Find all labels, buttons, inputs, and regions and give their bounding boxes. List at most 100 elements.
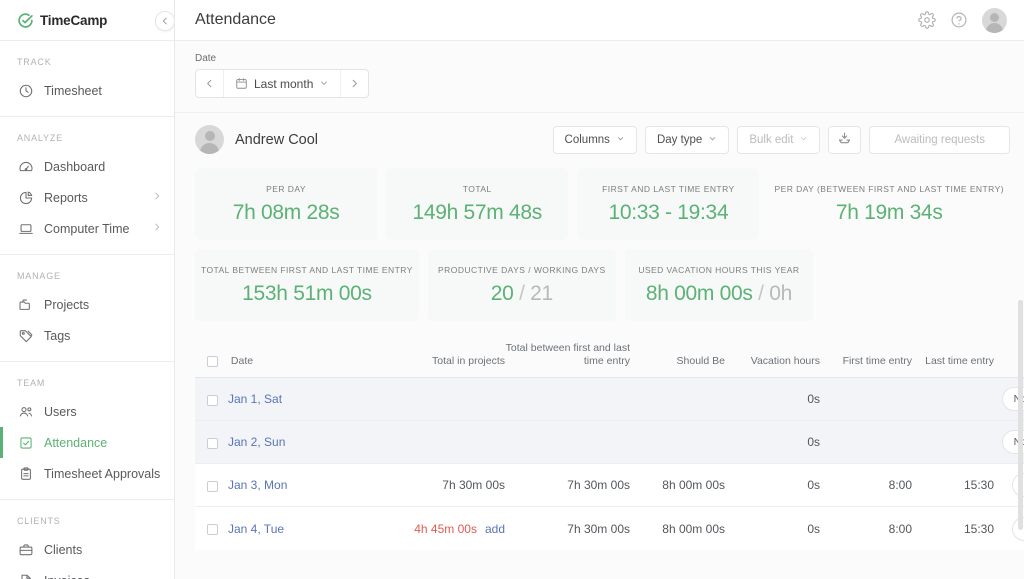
stat-card-total-between-first-and-last-time-entry: TOTAL BETWEEN FIRST AND LAST TIME ENTRY1… <box>195 249 419 321</box>
row-checkbox[interactable] <box>207 395 218 406</box>
sidebar-group-team: TEAMUsers Attendance Timesheet Approvals <box>0 362 174 500</box>
sidebar-item-invoices[interactable]: Invoices <box>0 565 174 579</box>
vertical-scrollbar[interactable] <box>1018 300 1023 530</box>
date-link[interactable]: Jan 2, Sun <box>228 435 285 449</box>
sidebar-group-label: CLIENTS <box>0 512 174 534</box>
cell-total-in-projects <box>395 421 505 464</box>
sidebar-item-timesheet-approvals[interactable]: Timesheet Approvals <box>0 458 174 489</box>
table-header: Date Total in projects Total between fir… <box>195 336 1024 378</box>
date-filter-strip: Date Last month <box>175 41 1024 113</box>
col-date[interactable]: Date <box>195 336 395 378</box>
table-row[interactable]: Jan 2, Sun0sNon-working day <box>195 421 1024 464</box>
sidebar-group-manage: MANAGEProjectsTags <box>0 255 174 362</box>
stat-card-separator: / <box>514 282 531 305</box>
user-toolbar-row: Andrew Cool Columns Day type Bulk edit <box>175 113 1024 166</box>
cell-last-time-entry: 15:30 <box>912 507 994 550</box>
sidebar-item-tags[interactable]: Tags <box>0 320 174 351</box>
sidebar-item-attendance[interactable]: Attendance <box>0 427 174 458</box>
cell-date: Jan 4, Tue <box>195 507 395 550</box>
sidebar-item-dashboard[interactable]: Dashboard <box>0 151 174 182</box>
sidebar-item-users[interactable]: Users <box>0 396 174 427</box>
cell-should-be: 8h 00m 00s <box>630 464 725 507</box>
sidebar-item-projects[interactable]: Projects <box>0 289 174 320</box>
sidebar-collapse-button[interactable] <box>155 11 175 31</box>
cell-should-be <box>630 421 725 464</box>
checkbox-icon <box>17 434 34 451</box>
question-circle-icon[interactable] <box>950 11 968 29</box>
columns-button[interactable]: Columns <box>553 126 637 154</box>
col-vacation-hours[interactable]: Vacation hours <box>725 336 820 378</box>
col-should-be[interactable]: Should Be <box>630 336 725 378</box>
timecamp-app: TimeCamp TRACKTimesheetANALYZEDashboardR… <box>0 0 1024 579</box>
day-type-button-label: Day type <box>657 134 702 146</box>
stat-card-primary-value: 8h 00m 00s <box>646 282 753 305</box>
stat-card-total: TOTAL149h 57m 48s <box>386 168 568 240</box>
chevron-right-icon <box>349 78 360 89</box>
select-all-checkbox[interactable] <box>207 356 218 367</box>
stat-cards: PER DAY7h 08m 28sTOTAL149h 57m 48sFIRST … <box>175 166 1024 321</box>
sidebar-item-reports[interactable]: Reports <box>0 182 174 213</box>
cell-should-be <box>630 378 725 421</box>
sidebar-item-label: Reports <box>44 191 88 205</box>
date-prev-button[interactable] <box>196 70 223 97</box>
sidebar-item-computer-time[interactable]: Computer Time <box>0 213 174 244</box>
col-last-time-entry[interactable]: Last time entry <box>912 336 994 378</box>
date-link[interactable]: Jan 4, Tue <box>228 522 284 536</box>
chevron-left-icon <box>160 16 170 26</box>
cell-first-time-entry: 8:00 <box>820 507 912 550</box>
date-link[interactable]: Jan 3, Mon <box>228 478 287 492</box>
sidebar-group-label: TEAM <box>0 374 174 396</box>
stat-card-label: USED VACATION HOURS THIS YEAR <box>632 265 805 275</box>
cell-last-time-entry <box>912 378 994 421</box>
col-first-time-entry[interactable]: First time entry <box>820 336 912 378</box>
date-link[interactable]: Jan 1, Sat <box>228 392 282 406</box>
row-checkbox[interactable] <box>207 438 218 449</box>
cell-vacation-hours: 0s <box>725 378 820 421</box>
cell-total-between <box>505 378 630 421</box>
table-row[interactable]: Jan 1, Sat0sNon-working day <box>195 378 1024 421</box>
brand-logo[interactable]: TimeCamp <box>0 0 174 41</box>
bulk-edit-button-label: Bulk edit <box>749 134 793 146</box>
date-range-select[interactable]: Last month <box>223 70 341 97</box>
cell-should-be-value: 8h 00m 00s <box>662 522 725 536</box>
attendance-table: Date Total in projects Total between fir… <box>195 336 1024 550</box>
avatar[interactable] <box>982 8 1007 33</box>
date-range-picker[interactable]: Last month <box>195 69 369 98</box>
top-bar: Attendance <box>175 0 1024 41</box>
columns-button-label: Columns <box>565 134 610 146</box>
cell-last-time-entry-value: 15:30 <box>964 478 994 492</box>
date-next-button[interactable] <box>341 70 368 97</box>
clock-icon <box>17 82 34 99</box>
cell-date: Jan 3, Mon <box>195 464 395 507</box>
col-total-in-projects[interactable]: Total in projects <box>395 336 505 378</box>
gear-icon[interactable] <box>918 11 936 29</box>
cell-date: Jan 1, Sat <box>195 378 395 421</box>
stat-card-value: 20 / 21 <box>491 282 553 306</box>
awaiting-requests-button[interactable]: Awaiting requests <box>869 126 1010 154</box>
chevron-down-icon <box>799 134 808 145</box>
col-total-between[interactable]: Total between first and last time entry <box>505 336 630 378</box>
sidebar-item-timesheet[interactable]: Timesheet <box>0 75 174 106</box>
pie-chart-icon <box>17 189 34 206</box>
day-type-button[interactable]: Day type <box>645 126 729 154</box>
sidebar-item-label: Tags <box>44 329 70 343</box>
table-row[interactable]: Jan 4, Tue4h 45m 00sadd7h 30m 00s8h 00m … <box>195 507 1024 550</box>
table-row[interactable]: Jan 3, Mon7h 30m 00s7h 30m 00s8h 00m 00s… <box>195 464 1024 507</box>
attendance-table-wrap: Date Total in projects Total between fir… <box>175 330 1024 550</box>
stat-card-label: PER DAY (BETWEEN FIRST AND LAST TIME ENT… <box>768 184 1010 194</box>
stat-card-primary-value: 20 <box>491 282 514 305</box>
add-entry-link[interactable]: add <box>485 522 505 536</box>
stat-card-primary-value: 149h 57m 48s <box>412 201 542 224</box>
bulk-edit-button[interactable]: Bulk edit <box>737 126 820 154</box>
row-checkbox[interactable] <box>207 481 218 492</box>
cell-date: Jan 2, Sun <box>195 421 395 464</box>
cell-first-time-entry-value: 8:00 <box>889 478 912 492</box>
sidebar-group-label: TRACK <box>0 53 174 75</box>
stat-card-used-vacation-hours-this-year: USED VACATION HOURS THIS YEAR8h 00m 00s … <box>625 249 813 321</box>
sidebar-item-label: Attendance <box>44 436 107 450</box>
row-checkbox[interactable] <box>207 524 218 535</box>
sidebar-item-clients[interactable]: Clients <box>0 534 174 565</box>
user-name: Andrew Cool <box>235 132 318 148</box>
export-button[interactable] <box>828 126 861 154</box>
cell-total-in-projects: 4h 45m 00sadd <box>395 507 505 550</box>
